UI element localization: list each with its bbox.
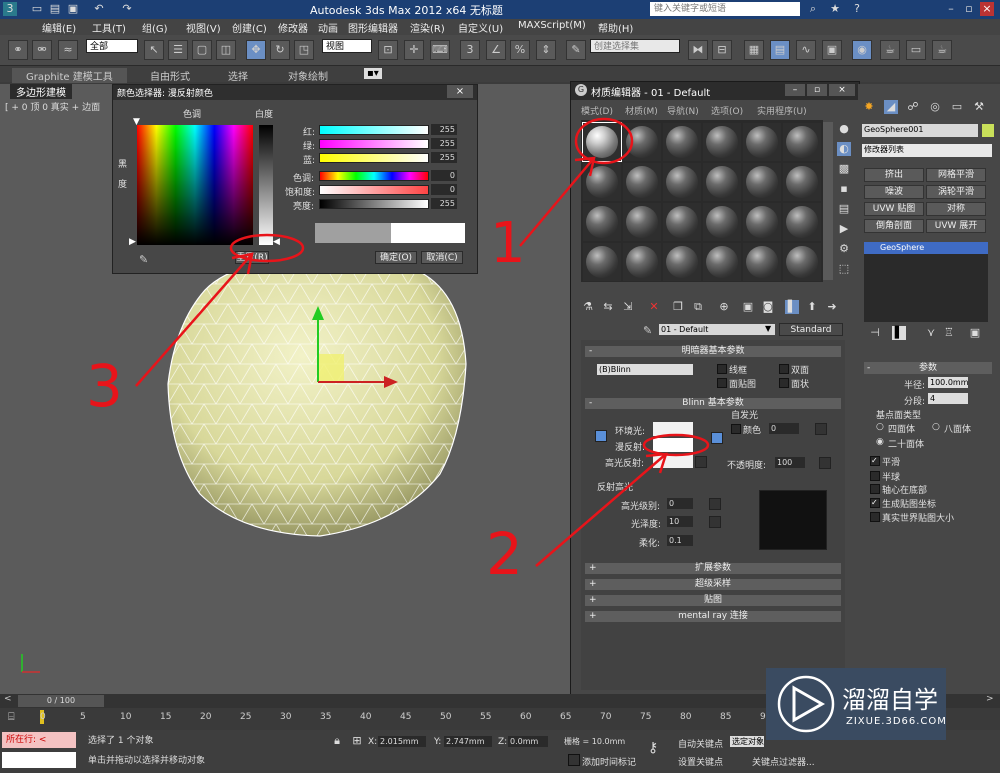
auto-key-button[interactable]: 自动关键点: [678, 737, 723, 750]
selection-status: 选择了 1 个对象: [88, 736, 154, 746]
annotation-arrow-1: [519, 157, 595, 247]
time-slider[interactable]: 0 / 100: [18, 695, 104, 707]
annotation-number-2: 2: [486, 520, 523, 588]
timeline-tick-label: 60: [520, 712, 532, 722]
timeline-tick-label: 30: [280, 712, 292, 722]
watermark: 溜溜自学 ZIXUE.3D66.COM: [766, 668, 946, 740]
timeline-tick-label: 35: [320, 712, 332, 722]
timeline-ruler[interactable]: 051015202530354045505560657075808590: [40, 710, 771, 730]
timeline-tick-label: 15: [160, 712, 172, 722]
z-label: Z:: [498, 737, 508, 747]
selection-lock-icon[interactable]: 🔒︎: [330, 734, 344, 748]
add-time-tag-icon[interactable]: [568, 754, 580, 766]
timeline-tick-label: 10: [120, 712, 132, 722]
absolute-mode-icon[interactable]: ⊞: [350, 734, 364, 748]
annotation-circle-1: [574, 117, 634, 165]
add-time-tag[interactable]: 添加时间标记: [582, 755, 636, 768]
timeline-tick-label: 55: [480, 712, 492, 722]
timeline-tick-label: 0: [40, 712, 46, 722]
maxscript-input[interactable]: [2, 752, 76, 768]
watermark-brand: 溜溜自学: [842, 686, 938, 714]
annotation-arrow-3: [135, 253, 253, 387]
timeline-tick-label: 75: [640, 712, 652, 722]
annotation-number-1: 1: [490, 211, 526, 276]
x-coord-field[interactable]: 2.015mm: [378, 736, 426, 747]
key-icon[interactable]: ⚷: [648, 740, 658, 756]
timeline-tick-label: 25: [240, 712, 252, 722]
key-filters-button[interactable]: 关键点过滤器...: [752, 755, 815, 768]
set-key-button[interactable]: 设置关键点: [678, 755, 723, 768]
watermark-logo-icon: [777, 675, 835, 733]
timeline-tick-label: 40: [360, 712, 372, 722]
selected-dropdown[interactable]: 选定对象: [730, 736, 764, 747]
trackbar-icon[interactable]: ⌸: [8, 710, 15, 724]
timeline-tick-label: 20: [200, 712, 212, 722]
annotation-number-3: 3: [86, 352, 123, 420]
prompt-line: 单击并拖动以选择并移动对象: [88, 756, 206, 766]
time-prev-icon[interactable]: <: [4, 694, 12, 704]
watermark-url: ZIXUE.3D66.COM: [846, 716, 947, 727]
timeline-tick-label: 5: [80, 712, 86, 722]
x-label: X:: [368, 737, 378, 747]
timeline-tick-label: 70: [600, 712, 612, 722]
time-next-icon[interactable]: >: [986, 694, 994, 704]
grid-size: 栅格 = 10.0mm: [564, 737, 626, 746]
timeline-tick-label: 65: [560, 712, 572, 722]
annotation-circle-2: [642, 433, 710, 457]
timeline-tick-label: 80: [680, 712, 692, 722]
annotation-arrow-2: [535, 453, 667, 567]
timeline-tick-label: 45: [400, 712, 412, 722]
y-label: Y:: [434, 737, 442, 747]
z-coord-field[interactable]: 0.0mm: [508, 736, 548, 747]
timeline-tick-label: 50: [440, 712, 452, 722]
red-annotations: 1 2 3: [86, 117, 710, 588]
y-coord-field[interactable]: 2.747mm: [444, 736, 492, 747]
maxscript-listener[interactable]: 所在行: <: [2, 732, 76, 748]
timeline-tick-label: 85: [720, 712, 732, 722]
